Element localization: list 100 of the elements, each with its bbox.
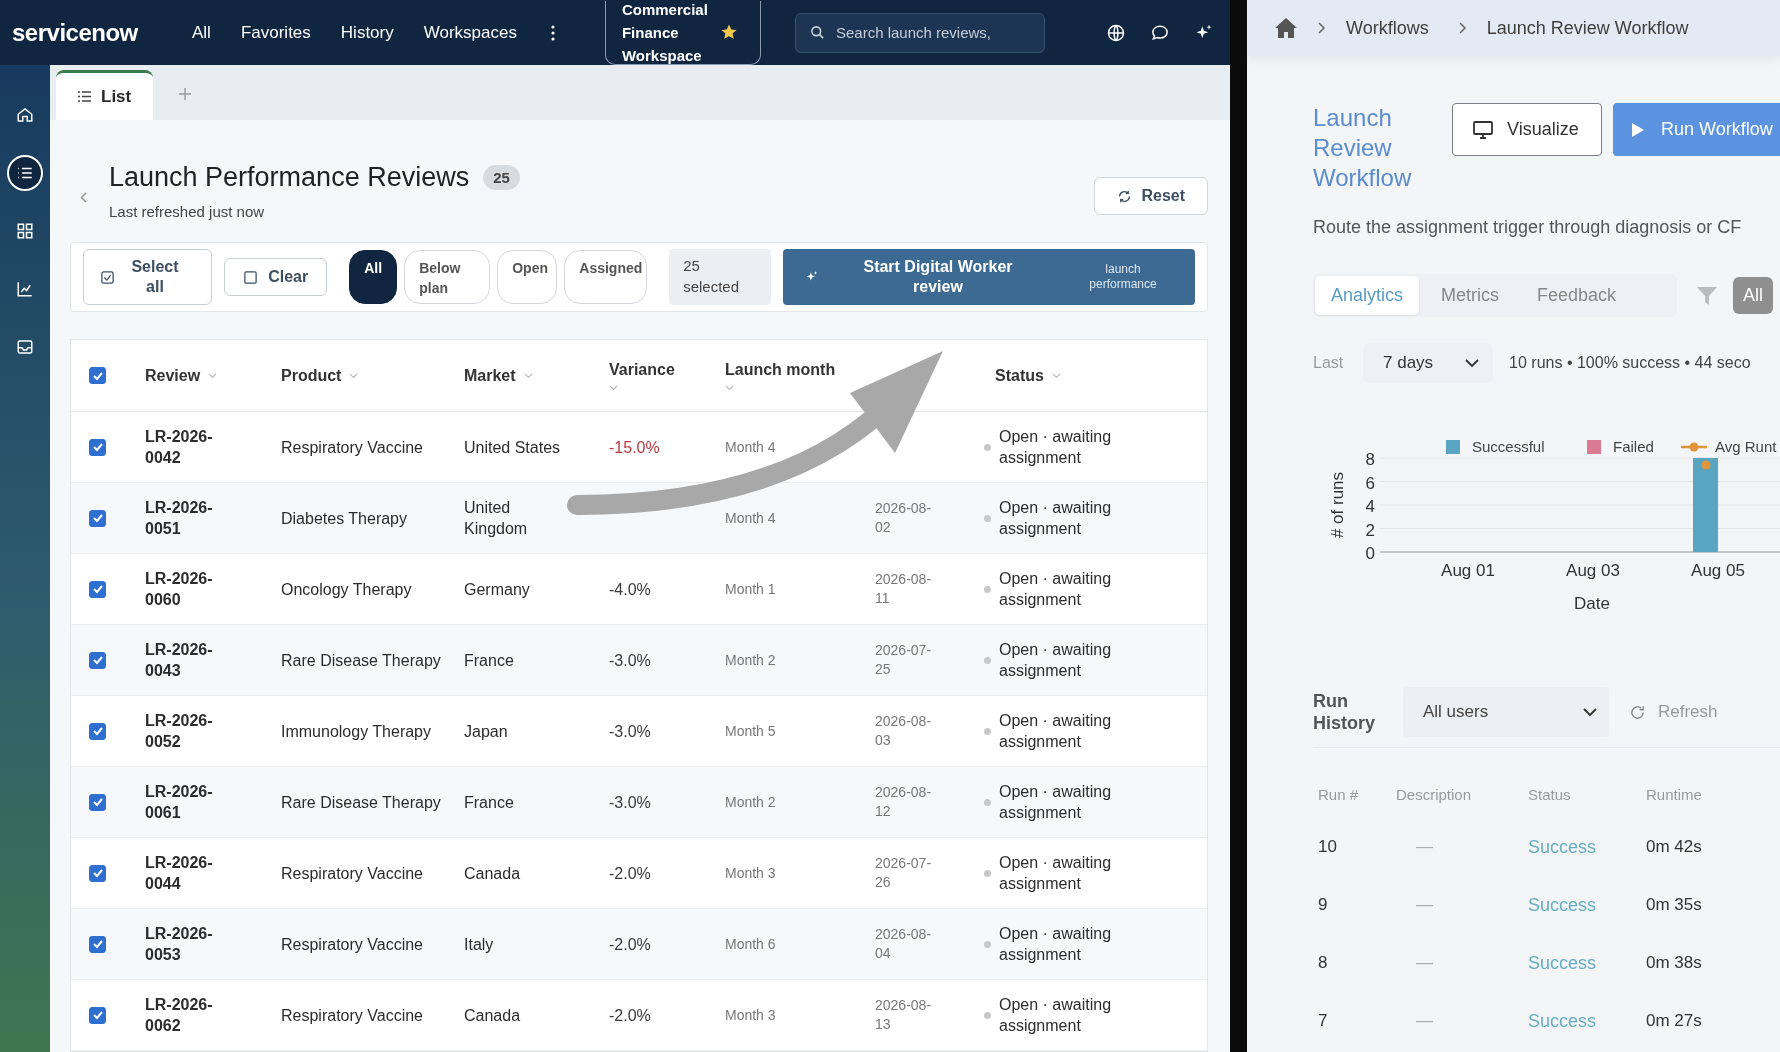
column-header[interactable]: Launch month bbox=[725, 360, 836, 379]
description-cell-text: — bbox=[1415, 895, 1434, 915]
status-dot bbox=[984, 656, 991, 664]
period-select[interactable]: 7 days bbox=[1363, 343, 1494, 383]
nav-link[interactable]: All bbox=[192, 22, 211, 43]
column-header[interactable]: Review bbox=[145, 366, 201, 385]
refresh-note: Last refreshed just now bbox=[109, 203, 266, 220]
variance-cell: -3.0% bbox=[609, 793, 651, 811]
back-chevron-icon[interactable] bbox=[80, 192, 87, 203]
row-checkbox[interactable] bbox=[89, 1006, 106, 1024]
legend-line-icon bbox=[1681, 442, 1707, 452]
workspace-pill[interactable]: Commercial Finance Workspace bbox=[604, 0, 761, 65]
review-id[interactable]: LR-2026-0042 bbox=[145, 426, 235, 468]
row-checkbox[interactable] bbox=[89, 580, 106, 598]
description-cell-text: — bbox=[1415, 837, 1434, 857]
filter-chip[interactable]: All bbox=[349, 250, 398, 304]
refresh-icon bbox=[1117, 188, 1133, 204]
date-cell-text: 2026-08-03 bbox=[875, 712, 933, 750]
status-cell-text: Open · awaiting assignment bbox=[999, 924, 1113, 965]
page-title: Launch Performance Reviews bbox=[109, 162, 470, 193]
workspace-name: Commercial Finance Workspace bbox=[621, 0, 709, 66]
review-id[interactable]: LR-2026-0053 bbox=[145, 923, 235, 965]
product-cell: Respiratory Vaccine bbox=[281, 1006, 423, 1024]
filter-chip[interactable]: Open bbox=[497, 250, 558, 304]
home-icon[interactable] bbox=[1274, 17, 1298, 39]
grid-icon bbox=[16, 222, 34, 240]
row-checkbox[interactable] bbox=[89, 793, 106, 811]
breadcrumb-link[interactable]: Launch Review Workflow bbox=[1486, 17, 1689, 39]
y-tick-label: 2 bbox=[1365, 520, 1375, 540]
start-review-button[interactable]: Start Digital Worker review launch performance bbox=[783, 249, 1195, 305]
status-dot bbox=[984, 443, 991, 451]
column-header[interactable]: Product bbox=[281, 366, 342, 385]
row-checkbox[interactable] bbox=[89, 509, 106, 527]
nav-link[interactable]: Workspaces bbox=[423, 22, 517, 43]
refresh-icon bbox=[1629, 703, 1646, 721]
check-icon bbox=[91, 441, 104, 453]
column-header[interactable]: Status bbox=[995, 366, 1044, 385]
clear-button[interactable]: Clear bbox=[224, 258, 328, 296]
chart-icon bbox=[16, 280, 34, 298]
nav-link[interactable]: History bbox=[340, 22, 394, 43]
filter-chip[interactable]: Below plan bbox=[404, 250, 491, 304]
visualize-button[interactable]: Visualize bbox=[1452, 103, 1602, 156]
market-cell-text: France bbox=[464, 650, 515, 671]
row-checkbox[interactable] bbox=[89, 438, 106, 456]
check-icon bbox=[91, 725, 104, 737]
legend-label: Successful bbox=[1472, 438, 1545, 455]
select-all-checkbox[interactable] bbox=[89, 367, 106, 384]
market-cell-text: Italy bbox=[464, 934, 495, 955]
date-cell-text: 2026-08-12 bbox=[875, 783, 933, 821]
variance-cell: -2.0% bbox=[609, 935, 651, 953]
date-cell-text: 2026-08-11 bbox=[875, 570, 933, 608]
column-header: Description bbox=[1396, 785, 1473, 803]
product-cell: Diabetes Therapy bbox=[281, 509, 407, 527]
nav-link[interactable]: Favorites bbox=[240, 22, 311, 43]
review-id[interactable]: LR-2026-0044 bbox=[145, 852, 235, 894]
month-cell: Month 4 bbox=[725, 439, 776, 455]
more-icon[interactable] bbox=[550, 24, 555, 41]
row-checkbox[interactable] bbox=[89, 935, 106, 953]
review-id[interactable]: LR-2026-0062 bbox=[145, 994, 235, 1036]
play-icon bbox=[1631, 121, 1645, 138]
market-cell-text: Germany bbox=[464, 579, 531, 600]
list-tab[interactable]: List bbox=[56, 70, 154, 120]
star-icon[interactable] bbox=[719, 23, 738, 41]
y-tick-label: 0 bbox=[1365, 544, 1375, 563]
review-id[interactable]: LR-2026-0061 bbox=[145, 781, 235, 823]
check-icon bbox=[91, 867, 104, 879]
column-header[interactable]: Variance bbox=[609, 360, 675, 379]
review-id[interactable]: LR-2026-0051 bbox=[145, 497, 235, 539]
review-id[interactable]: LR-2026-0060 bbox=[145, 568, 235, 610]
legend-swatch bbox=[1587, 440, 1601, 454]
column-header[interactable]: Market bbox=[464, 366, 516, 385]
user-select[interactable]: All users bbox=[1403, 687, 1609, 737]
review-id[interactable]: LR-2026-0052 bbox=[145, 710, 235, 752]
filter-chip[interactable]: Assigned bbox=[564, 250, 648, 304]
status-cell-text: Open · awaiting assignment bbox=[999, 782, 1113, 823]
rail-item[interactable] bbox=[7, 155, 43, 191]
market-cell-text: United Kingdom bbox=[464, 498, 529, 539]
select-all-button[interactable]: Select all bbox=[83, 249, 213, 305]
monitor-icon bbox=[1473, 120, 1493, 139]
row-checkbox[interactable] bbox=[89, 651, 106, 669]
row-checkbox[interactable] bbox=[89, 864, 106, 882]
legend-label: Failed bbox=[1613, 438, 1654, 455]
status-dot bbox=[984, 727, 991, 735]
status-dot bbox=[984, 869, 991, 877]
x-tick-label: Aug 01 bbox=[1441, 561, 1495, 580]
review-id[interactable]: LR-2026-0043 bbox=[145, 639, 235, 681]
run-history-title: Run History bbox=[1313, 690, 1376, 734]
x-tick-label: Aug 03 bbox=[1566, 561, 1620, 580]
status-dot bbox=[984, 798, 991, 806]
globe-icon[interactable] bbox=[1106, 22, 1126, 43]
legend-label: Avg Runt bbox=[1715, 438, 1777, 455]
runtime-cell-text: 0m 38s bbox=[1646, 953, 1703, 973]
search-field[interactable]: Search launch reviews, bbox=[794, 12, 1045, 53]
status-cell-text: Open · awaiting assignment bbox=[999, 995, 1113, 1036]
status-dot bbox=[984, 940, 991, 948]
logo[interactable]: servicenow bbox=[12, 18, 162, 47]
breadcrumb-link[interactable]: Workflows bbox=[1346, 17, 1429, 39]
check-icon bbox=[91, 1009, 104, 1021]
reset-button[interactable]: Reset bbox=[1094, 177, 1208, 215]
row-checkbox[interactable] bbox=[89, 722, 106, 740]
